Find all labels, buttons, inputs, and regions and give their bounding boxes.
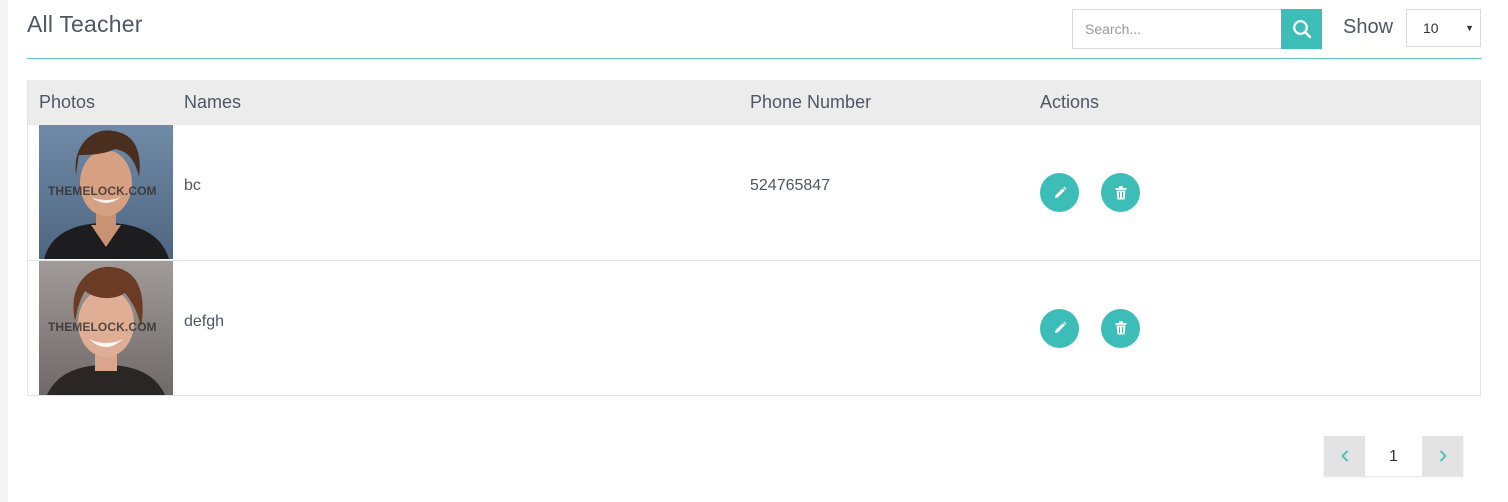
photo-watermark: THEMELOCK.COM [48,319,157,334]
teacher-photo: THEMELOCK.COM [39,125,173,259]
page-size-value: 10 [1423,20,1439,36]
trash-icon [1115,185,1127,199]
name-cell: defgh [184,312,225,330]
photo-watermark: THEMELOCK.COM [48,184,157,198]
teacher-table: Photos Names Phone Number Actions THEMEL… [27,80,1481,396]
page-number[interactable]: 1 [1365,436,1422,476]
phone-cell: 524765847 [750,177,831,194]
teacher-photo: THEMELOCK.COM [39,260,173,395]
delete-button[interactable] [1101,308,1141,348]
trash-icon [1115,321,1127,335]
photo-cell: THEMELOCK.COM [28,125,173,260]
search-button[interactable] [1281,9,1322,49]
search-icon [1292,20,1311,39]
delete-button[interactable] [1101,173,1141,212]
chevron-left-icon [1341,450,1348,462]
column-header-phone: Phone Number [750,92,872,112]
chevron-right-icon [1439,450,1446,462]
table-row: THEMELOCK.COM bc 524765847 [28,125,1480,260]
search-input[interactable] [1072,9,1281,49]
column-header-photos: Photos [39,92,96,112]
edit-button[interactable] [1040,173,1079,212]
column-header-actions: Actions [1040,92,1100,112]
prev-page-button[interactable] [1324,436,1365,476]
caret-down-icon: ▼ [1465,23,1474,33]
pagination: 1 [1324,436,1463,476]
actions-cell [1029,125,1480,260]
title-divider [27,58,1481,59]
table-header-row: Photos Names Phone Number Actions [28,80,1480,125]
next-page-button[interactable] [1422,436,1463,476]
search-box [1072,9,1322,49]
name-cell: bc [184,177,201,194]
photo-cell: THEMELOCK.COM [28,260,173,395]
edit-button[interactable] [1040,308,1079,348]
show-label: Show [1343,16,1394,38]
page-title: All Teacher [27,11,143,37]
page-size-select[interactable]: 10 ▼ [1406,9,1481,47]
actions-cell [1029,260,1480,395]
column-header-names: Names [184,92,242,112]
pencil-icon [1054,321,1066,333]
table-row: THEMELOCK.COM defgh [28,260,1480,395]
phone-cell [739,260,1029,395]
teacher-panel: All Teacher Show 10 ▼ Photos [8,0,1508,502]
pencil-icon [1054,186,1066,198]
